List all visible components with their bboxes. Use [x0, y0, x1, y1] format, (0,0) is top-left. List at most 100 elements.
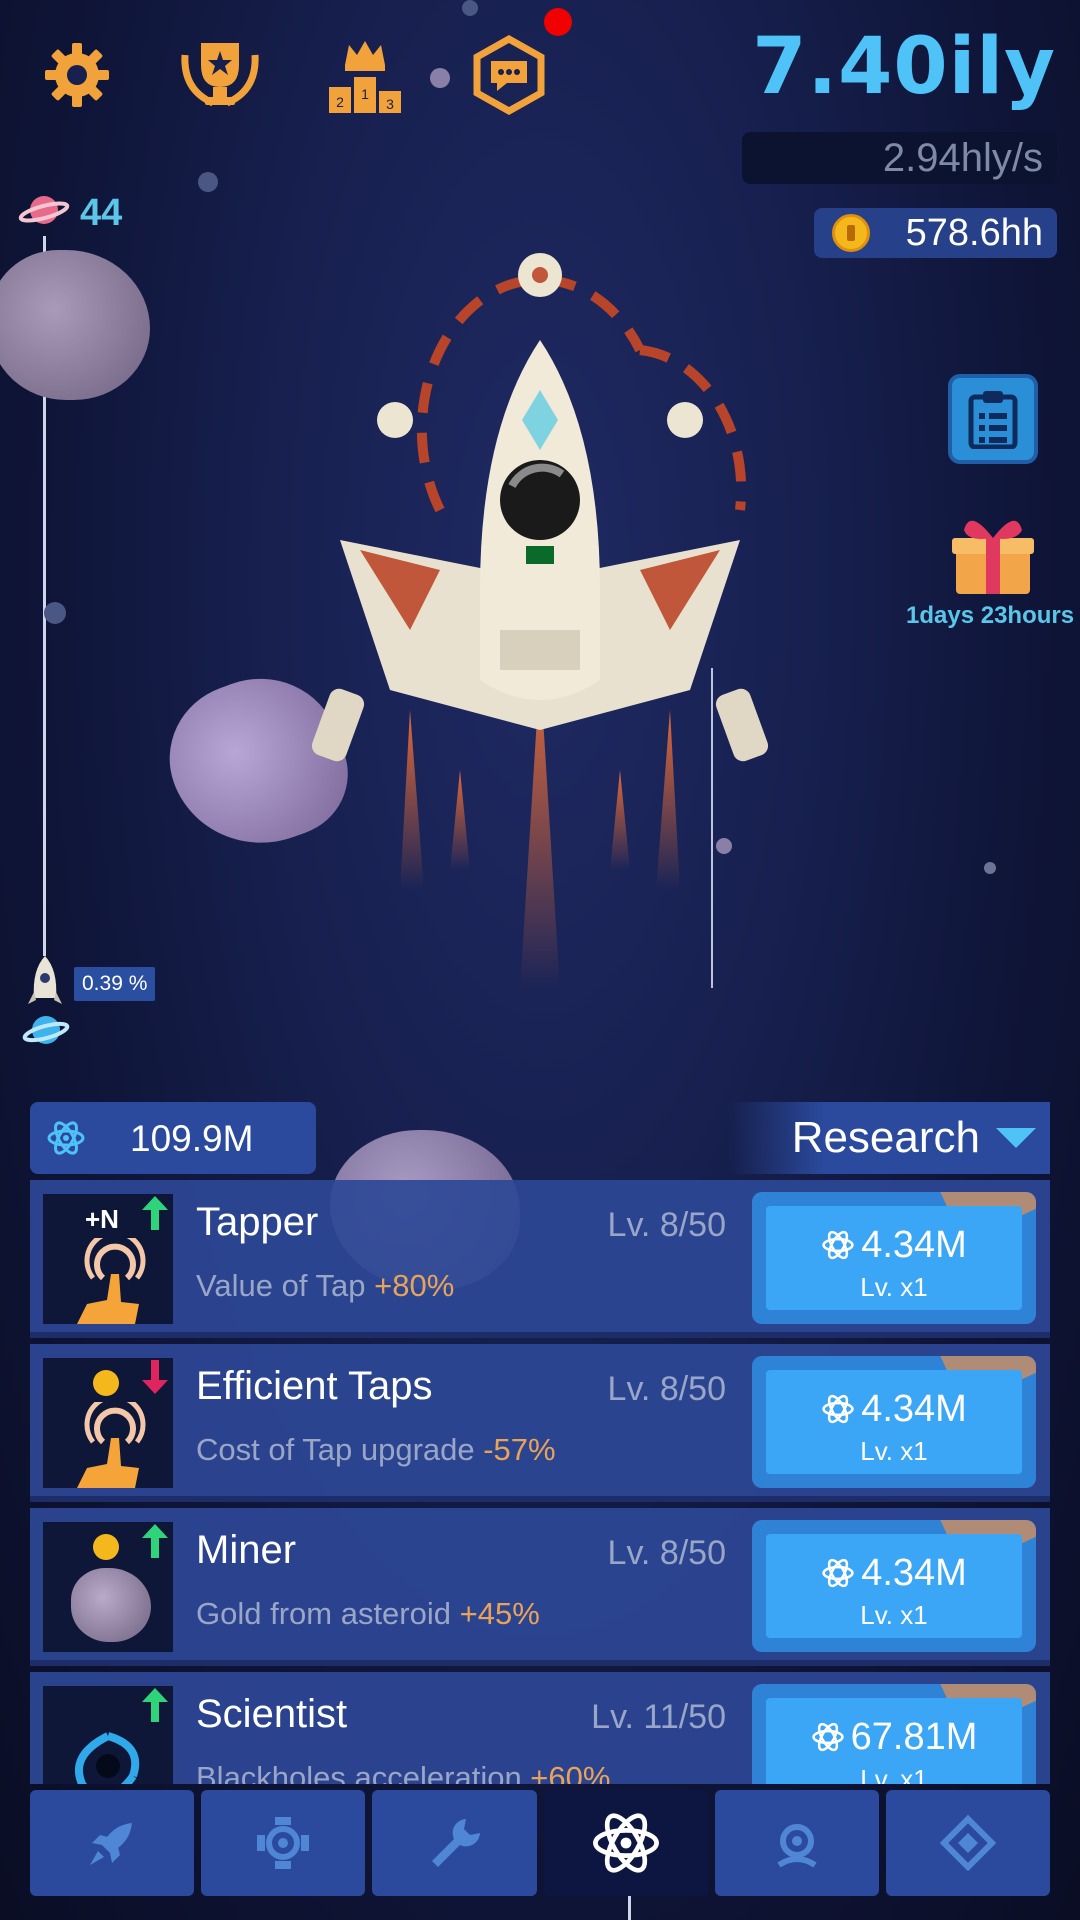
star — [462, 0, 478, 16]
research-bonus: -57% — [483, 1432, 556, 1467]
atom-icon — [822, 1230, 854, 1260]
gift-icon — [952, 520, 1034, 594]
research-bonus: +45% — [459, 1596, 540, 1631]
gift-timer: 1days 23hours — [906, 602, 1075, 629]
research-desc-text: Value of Tap — [196, 1268, 375, 1303]
laser-beam — [711, 668, 713, 988]
research-name: Scientist — [196, 1692, 348, 1736]
progress-percent-badge: 0.39 % — [74, 967, 156, 1001]
research-level: Lv. 8/50 — [607, 1534, 726, 1572]
atom-icon — [822, 1394, 854, 1424]
nav-gems[interactable] — [885, 1790, 1051, 1896]
upgrade-button[interactable]: 67.81M Lv. x1 — [752, 1684, 1036, 1784]
research-points-box: 109.9M — [30, 1102, 316, 1174]
research-points-value: 109.9M — [130, 1118, 254, 1159]
atom-icon — [822, 1558, 854, 1588]
research-level: Lv. 8/50 — [607, 1370, 726, 1408]
button-face: 4.34M Lv. x1 — [766, 1534, 1022, 1638]
research-desc: Cost of Tap upgrade -57% — [196, 1432, 556, 1468]
achievements-button[interactable] — [175, 30, 265, 120]
research-row-scientist: Scientist Lv. 11/50 Blackholes accelerat… — [30, 1672, 1050, 1784]
podium-label-3: 3 — [386, 96, 394, 112]
leaderboard-button[interactable]: 2 1 3 — [320, 30, 410, 120]
quests-button[interactable] — [948, 374, 1038, 464]
research-desc-text: Gold from asteroid — [196, 1596, 460, 1631]
trend-up-icon — [142, 1688, 168, 1722]
research-name: Miner — [196, 1528, 297, 1572]
bottom-nav — [30, 1790, 1051, 1896]
speed-rate-value: 2.94hly/s — [882, 135, 1043, 180]
research-desc-text: Blackholes acceleration — [196, 1760, 531, 1784]
podium-label-2: 2 — [336, 94, 344, 110]
chat-hex-icon — [473, 35, 545, 115]
podium-label-1: 1 — [361, 86, 369, 102]
wrench-icon — [432, 1819, 481, 1867]
chat-button[interactable] — [464, 30, 554, 120]
upgrade-multiplier: Lv. x1 — [860, 1600, 928, 1630]
diamond-icon — [939, 1814, 997, 1872]
gift-button[interactable] — [950, 508, 1036, 598]
trend-up-icon — [142, 1196, 168, 1230]
upgrade-multiplier: Lv. x1 — [860, 1436, 928, 1466]
research-desc: Blackholes acceleration +60% — [196, 1760, 610, 1784]
speed-rate-box: 2.94hly/s — [742, 132, 1057, 184]
button-face: 67.81M Lv. x1 — [766, 1698, 1022, 1784]
upgrade-cost-value: 4.34M — [861, 1224, 967, 1266]
coin-icon — [832, 214, 870, 252]
star — [984, 862, 996, 874]
research-dropdown-label: Research — [791, 1113, 980, 1162]
chevron-down-icon — [996, 1128, 1036, 1148]
planet-bottom-icon — [22, 1016, 70, 1044]
star — [44, 602, 66, 624]
upgrade-cost-value: 67.81M — [850, 1716, 978, 1758]
upgrade-cost: 4.34M — [766, 1552, 1022, 1595]
upgrade-cost: 67.81M — [766, 1716, 1022, 1759]
trend-down-icon — [142, 1360, 168, 1394]
asteroid-small — [430, 68, 450, 88]
coin-icon — [93, 1534, 119, 1560]
upgrade-button[interactable]: 4.34M Lv. x1 — [752, 1192, 1036, 1324]
settings-button[interactable] — [32, 30, 122, 120]
rocket-marker-icon — [28, 956, 62, 1004]
button-face: 4.34M Lv. x1 — [766, 1206, 1022, 1310]
upgrade-button[interactable]: 4.34M Lv. x1 — [752, 1520, 1036, 1652]
gold-balance-value: 578.6hh — [905, 211, 1043, 254]
research-level: Lv. 8/50 — [607, 1206, 726, 1244]
rocket-icon — [90, 1823, 133, 1865]
nav-ship[interactable] — [30, 1790, 195, 1896]
upgrade-multiplier: Lv. x1 — [860, 1272, 928, 1302]
distance-counter: 7.40ily — [752, 22, 1056, 112]
gold-balance-box: 578.6hh — [814, 208, 1057, 258]
asteroid — [0, 250, 150, 400]
research-level: Lv. 11/50 — [591, 1698, 726, 1736]
coin-icon — [93, 1370, 119, 1396]
nav-research[interactable] — [543, 1790, 708, 1896]
nav-drones[interactable] — [201, 1790, 366, 1896]
gear-icon — [45, 43, 109, 107]
leaderboard-podium-icon: 2 1 3 — [329, 41, 401, 113]
planet-top-icon — [18, 196, 70, 224]
upgrade-cost: 4.34M — [766, 1388, 1022, 1431]
nav-pointer — [628, 1896, 631, 1920]
research-row-tapper: +N Tapper Lv. 8/50 Value of Tap +80% 4.3… — [30, 1180, 1050, 1338]
research-list[interactable]: +N Tapper Lv. 8/50 Value of Tap +80% 4.3… — [30, 1180, 1050, 1784]
headset-icon — [777, 1824, 817, 1868]
research-bonus: +80% — [374, 1268, 455, 1303]
nav-upgrades[interactable] — [372, 1790, 537, 1896]
drone-icon — [257, 1817, 310, 1869]
upgrade-button[interactable]: 4.34M Lv. x1 — [752, 1356, 1036, 1488]
trophy-icon — [181, 43, 259, 107]
upgrade-cost: 4.34M — [766, 1224, 1022, 1267]
spaceship[interactable] — [300, 250, 780, 1000]
atom-icon — [47, 1121, 85, 1155]
tap-hand-icon — [77, 1238, 146, 1324]
star — [198, 172, 218, 192]
research-desc-text: Cost of Tap upgrade — [196, 1432, 484, 1467]
notification-dot — [544, 8, 572, 36]
thumb-label: +N — [85, 1204, 119, 1234]
nav-crew[interactable] — [714, 1790, 879, 1896]
asteroid-icon — [71, 1568, 151, 1642]
research-name: Tapper — [196, 1200, 319, 1244]
research-dropdown[interactable]: Research — [728, 1102, 1050, 1174]
research-desc: Value of Tap +80% — [196, 1268, 454, 1304]
